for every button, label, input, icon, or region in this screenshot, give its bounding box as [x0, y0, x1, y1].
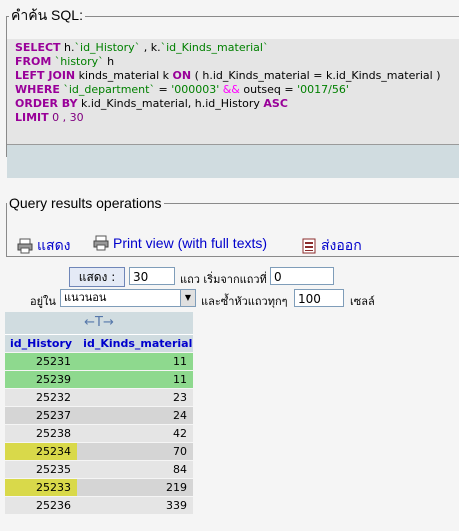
table-row[interactable]: 25239 11 — [5, 371, 193, 388]
cells-label: เซลล์ — [350, 295, 375, 308]
sql-text: h. — [60, 41, 75, 54]
sql-identifier: `history` — [54, 55, 104, 68]
cell-id-history[interactable]: 25238 — [5, 425, 77, 442]
printer-icon — [17, 238, 33, 254]
sql-keyword: ASC — [263, 97, 288, 110]
sql-line-limit: LIMIT 0 , 30 — [15, 111, 84, 125]
column-arrows-header[interactable]: ←T→ — [5, 312, 193, 334]
sql-operator: && — [219, 83, 244, 96]
sql-keyword: WHERE — [15, 83, 60, 96]
cell-id-kinds-material[interactable]: 23 — [77, 389, 193, 406]
repeat-header-input[interactable]: 100 — [294, 289, 344, 307]
table-row[interactable]: 25238 42 — [5, 425, 193, 442]
display-mode-label: อยู่ใน — [30, 295, 56, 308]
cell-id-kinds-material[interactable]: 24 — [77, 407, 193, 424]
table-row[interactable]: 25231 11 — [5, 353, 193, 370]
sql-string: '0017/56' — [297, 83, 349, 96]
cell-id-history[interactable]: 25232 — [5, 389, 77, 406]
column-header-row: id_History id_Kinds_material — [5, 334, 193, 352]
sql-keyword: LIMIT — [15, 111, 49, 124]
sql-line-where: WHERE `id_department` = '000003' && outs… — [15, 83, 349, 97]
cell-id-history[interactable]: 25233 — [5, 479, 77, 496]
table-row[interactable]: 25237 24 — [5, 407, 193, 424]
cell-id-kinds-material[interactable]: 42 — [77, 425, 193, 442]
sql-identifier: `id_History` — [74, 41, 141, 54]
cell-id-kinds-material[interactable]: 219 — [77, 479, 193, 496]
sql-string: '000003' — [171, 83, 220, 96]
sql-query-panel: คำค้น SQL: SELECT h.`id_History` , k.`id… — [6, 5, 459, 178]
display-mode-value: แนวนอน — [64, 291, 107, 304]
sql-number: 0 , 30 — [48, 111, 84, 124]
sql-keyword: LEFT JOIN — [15, 69, 76, 82]
sql-text: = — [154, 83, 172, 96]
repeat-header-label: และซ้ำหัวแถวทุกๆ — [201, 295, 288, 308]
column-header-id-kinds-material[interactable]: id_Kinds_material — [78, 335, 193, 352]
sql-identifier: `id_department` — [63, 83, 155, 96]
sql-text: outseq = — [243, 83, 298, 96]
cell-id-history[interactable]: 25236 — [5, 497, 77, 514]
table-row[interactable]: 25236 339 — [5, 497, 193, 514]
cell-id-kinds-material[interactable]: 70 — [77, 443, 193, 460]
results-table: ←T→ id_History id_Kinds_material 25231 11… — [5, 312, 193, 514]
export-link[interactable]: ส่งออก — [301, 235, 362, 257]
cell-id-history[interactable]: 25239 — [5, 371, 77, 388]
sql-keyword: ON — [172, 69, 192, 82]
printer-icon — [93, 235, 109, 251]
table-row[interactable]: 25233 219 — [5, 479, 193, 496]
display-mode-select[interactable]: แนวนอน ▼ — [60, 289, 196, 307]
cell-id-kinds-material[interactable]: 84 — [77, 461, 193, 478]
sql-text: h — [103, 55, 115, 68]
operations-legend: Query results operations — [9, 195, 162, 211]
table-row[interactable]: 25235 84 — [5, 461, 193, 478]
cell-id-kinds-material[interactable]: 11 — [77, 371, 193, 388]
sql-text: ( h.id_Kinds_material = k.id_Kinds_mater… — [191, 69, 441, 82]
cell-id-history[interactable]: 25237 — [5, 407, 77, 424]
show-print-link[interactable]: แสดง — [17, 235, 71, 257]
column-header-id-history[interactable]: id_History — [5, 335, 78, 352]
query-results-operations: Query results operations แสดง Print view… — [6, 195, 459, 257]
cell-id-history[interactable]: 25234 — [5, 443, 77, 460]
cell-id-kinds-material[interactable]: 11 — [77, 353, 193, 370]
cell-id-history[interactable]: 25235 — [5, 461, 77, 478]
cell-id-history[interactable]: 25231 — [5, 353, 77, 370]
sql-line-from: FROM `history` h — [15, 55, 114, 69]
sql-query-legend: คำค้น SQL: — [11, 7, 83, 23]
sql-action-bar — [7, 144, 459, 178]
sql-text: k.id_Kinds_material, h.id_History — [77, 97, 264, 110]
sql-keyword: FROM — [15, 55, 52, 68]
print-view-label[interactable]: Print view (with full texts) — [113, 235, 267, 251]
rows-count-input[interactable]: 30 — [129, 267, 175, 285]
sql-line-join: LEFT JOIN kinds_material k ON ( h.id_Kin… — [15, 69, 441, 83]
export-icon — [302, 238, 316, 254]
sql-text: kinds_material k — [75, 69, 173, 82]
table-body: 25231 11 25239 11 25232 23 25237 24 25238 42 25234… — [5, 353, 193, 514]
export-label[interactable]: ส่งออก — [321, 235, 362, 257]
sql-keyword: SELECT — [15, 41, 61, 54]
print-view-link[interactable]: Print view (with full texts) — [93, 235, 267, 251]
sql-line-select: SELECT h.`id_History` , k.`id_Kinds_mate… — [15, 41, 268, 55]
table-row[interactable]: 25232 23 — [5, 389, 193, 406]
sql-text: , k. — [140, 41, 161, 54]
rows-label: แถว เริ่มจากแถวที่ — [180, 273, 267, 286]
chevron-down-icon[interactable]: ▼ — [180, 290, 195, 306]
sql-line-order: ORDER BY k.id_Kinds_material, h.id_Histo… — [15, 97, 288, 111]
show-print-label[interactable]: แสดง — [37, 235, 71, 257]
cell-id-kinds-material[interactable]: 339 — [77, 497, 193, 514]
sql-query-box: SELECT h.`id_History` , k.`id_Kinds_mate… — [7, 39, 459, 144]
table-row[interactable]: 25234 70 — [5, 443, 193, 460]
sql-keyword: ORDER BY — [15, 97, 78, 110]
start-row-input[interactable]: 0 — [270, 267, 334, 285]
sql-identifier: `id_Kinds_material` — [160, 41, 269, 54]
show-rows-button[interactable]: แสดง : — [69, 267, 125, 287]
